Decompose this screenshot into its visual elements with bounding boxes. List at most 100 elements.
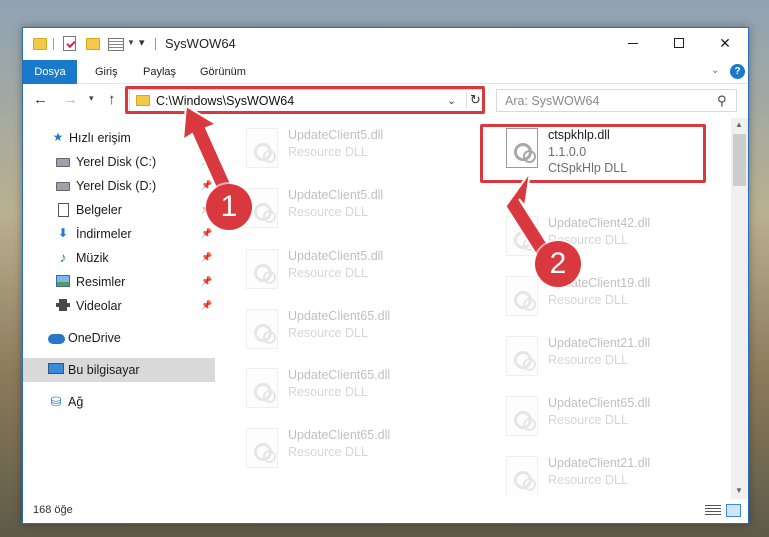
search-icon[interactable]: ⚲ bbox=[717, 93, 727, 109]
sidebar-item-documents[interactable]: Belgeler 📌 bbox=[23, 198, 215, 222]
download-icon: ⬇ bbox=[57, 226, 69, 240]
file-item[interactable]: UpdateClient65.dll Resource DLL bbox=[238, 307, 468, 355]
close-icon: ✕ bbox=[719, 34, 731, 51]
tab-paylas[interactable]: Paylaş bbox=[131, 60, 188, 84]
maximize-icon bbox=[674, 38, 684, 48]
file-name: UpdateClient65.dll bbox=[288, 428, 391, 442]
tab-gorunum[interactable]: Görünüm bbox=[188, 60, 258, 84]
ribbon-tabs: Dosya Giriş Paylaş Görünüm ⌄ ? bbox=[23, 60, 748, 84]
vertical-scrollbar[interactable]: ▲ ▼ bbox=[731, 118, 748, 499]
explorer-window: ▼ ▾ SysWOW64 ✕ Dosya Giriş Paylaş Görünü… bbox=[22, 27, 749, 524]
sidebar-item-downloads[interactable]: ⬇ İndirmeler 📌 bbox=[23, 222, 215, 246]
details-view-icon[interactable] bbox=[705, 505, 721, 517]
file-list: UpdateClient5.dll Resource DLL UpdateCli… bbox=[228, 120, 730, 495]
file-item[interactable]: UpdateClient65.dll Resource DLL bbox=[498, 394, 728, 442]
pin-icon[interactable]: 📌 bbox=[201, 156, 212, 167]
file-item[interactable]: UpdateClient65.dll Resource DLL bbox=[238, 426, 468, 474]
recent-locations-icon[interactable]: ▾ bbox=[89, 93, 94, 104]
dll-file-icon bbox=[506, 128, 538, 168]
dll-file-icon bbox=[506, 216, 538, 256]
file-type: Resource DLL bbox=[288, 326, 368, 340]
file-version: 1.1.0.0 bbox=[548, 145, 587, 159]
file-name: UpdateClient21.dll bbox=[548, 456, 651, 470]
folder-icon bbox=[33, 38, 47, 50]
sidebar-item-label: Yerel Disk (D:) bbox=[76, 179, 157, 193]
minimize-icon bbox=[628, 42, 638, 44]
sidebar-item-network[interactable]: ⛁ Ağ bbox=[23, 390, 215, 414]
step-badge-2: 2 bbox=[535, 241, 581, 287]
sidebar-item-quick-access[interactable]: ★ Hızlı erişim bbox=[23, 126, 215, 150]
status-bar: 168 öğe bbox=[23, 499, 748, 523]
help-icon[interactable]: ? bbox=[730, 64, 745, 79]
file-type: Resource DLL bbox=[288, 205, 368, 219]
pin-icon[interactable]: 📌 bbox=[201, 300, 212, 311]
properties-check-icon[interactable] bbox=[63, 36, 76, 51]
pictures-icon bbox=[56, 275, 70, 287]
music-icon: ♪ bbox=[59, 249, 67, 265]
file-type: Resource DLL bbox=[548, 413, 628, 427]
file-name: ctspkhlp.dll bbox=[548, 128, 610, 142]
pin-icon[interactable]: 📌 bbox=[201, 276, 212, 287]
file-item[interactable]: UpdateClient21.dll Resource DLL bbox=[498, 454, 728, 495]
videos-icon bbox=[56, 299, 70, 311]
address-path[interactable]: C:\Windows\SysWOW64 bbox=[156, 94, 294, 108]
pin-icon[interactable]: 📌 bbox=[201, 252, 212, 263]
dll-file-icon bbox=[506, 336, 538, 376]
scroll-down-icon[interactable]: ▼ bbox=[735, 486, 743, 495]
file-item[interactable]: UpdateClient65.dll Resource DLL bbox=[238, 366, 468, 414]
forward-arrow-icon[interactable]: → bbox=[63, 91, 78, 108]
sidebar-item-disk-c[interactable]: Yerel Disk (C:) 📌 bbox=[23, 150, 215, 174]
sidebar-item-label: Ağ bbox=[68, 395, 84, 409]
computer-icon bbox=[48, 363, 64, 374]
dll-file-icon bbox=[246, 128, 278, 168]
item-count: 168 öğe bbox=[33, 504, 73, 516]
address-bar[interactable]: C:\Windows\SysWOW64 ⌄ ↻ bbox=[129, 89, 483, 112]
back-arrow-icon[interactable]: ← bbox=[33, 91, 48, 108]
file-name: UpdateClient65.dll bbox=[548, 396, 651, 410]
tab-dosya[interactable]: Dosya bbox=[23, 60, 77, 84]
large-icons-view-icon[interactable] bbox=[726, 504, 741, 517]
separator bbox=[53, 38, 54, 50]
sidebar-item-pictures[interactable]: Resimler 📌 bbox=[23, 270, 215, 294]
rename-icon[interactable] bbox=[108, 38, 124, 51]
file-item[interactable]: UpdateClient5.dll Resource DLL bbox=[238, 247, 468, 295]
minimize-button[interactable] bbox=[610, 28, 656, 58]
star-icon: ★ bbox=[52, 130, 64, 144]
refresh-icon[interactable]: ↻ bbox=[466, 92, 483, 109]
tab-giris[interactable]: Giriş bbox=[83, 60, 130, 84]
pin-icon[interactable]: 📌 bbox=[201, 228, 212, 239]
navigation-pane: ★ Hızlı erişim Yerel Disk (C:) 📌 Yerel D… bbox=[23, 118, 215, 498]
address-dropdown-icon[interactable]: ⌄ bbox=[447, 94, 456, 107]
new-folder-icon[interactable] bbox=[86, 38, 100, 50]
file-name: UpdateClient42.dll bbox=[548, 216, 651, 230]
dll-file-icon bbox=[246, 368, 278, 408]
scroll-thumb[interactable] bbox=[733, 134, 746, 186]
file-item[interactable]: UpdateClient5.dll Resource DLL bbox=[238, 186, 468, 234]
file-name: UpdateClient21.dll bbox=[548, 336, 651, 350]
sidebar-item-label: Videolar bbox=[76, 299, 122, 313]
sidebar-item-videos[interactable]: Videolar 📌 bbox=[23, 294, 215, 318]
pin-icon[interactable]: 📌 bbox=[201, 180, 212, 191]
file-name: UpdateClient65.dll bbox=[288, 309, 391, 323]
search-input[interactable]: Ara: SysWOW64 ⚲ bbox=[496, 89, 737, 112]
sidebar-item-label: İndirmeler bbox=[76, 227, 132, 241]
file-name: UpdateClient5.dll bbox=[288, 128, 384, 142]
file-item[interactable]: UpdateClient5.dll Resource DLL bbox=[238, 126, 468, 174]
maximize-button[interactable] bbox=[656, 28, 702, 58]
file-item[interactable]: UpdateClient42.dll Resource DLL bbox=[498, 214, 728, 262]
sidebar-item-disk-d[interactable]: Yerel Disk (D:) 📌 bbox=[23, 174, 215, 198]
file-item[interactable]: UpdateClient19.dll Resource DLL bbox=[498, 274, 728, 322]
file-item-ctspkhlp[interactable]: ctspkhlp.dll 1.1.0.0 CtSpkHlp DLL bbox=[498, 126, 728, 175]
sidebar-item-onedrive[interactable]: OneDrive bbox=[23, 326, 215, 350]
separator bbox=[155, 38, 156, 50]
quick-access-dropdown-icon[interactable]: ▼ bbox=[127, 38, 135, 47]
up-arrow-icon[interactable]: ↑ bbox=[108, 91, 116, 108]
sidebar-item-music[interactable]: ♪ Müzik 📌 bbox=[23, 246, 215, 270]
file-item[interactable]: UpdateClient21.dll Resource DLL bbox=[498, 334, 728, 382]
sidebar-item-this-pc[interactable]: Bu bilgisayar bbox=[23, 358, 215, 382]
expand-ribbon-icon[interactable]: ⌄ bbox=[711, 65, 719, 76]
scroll-up-icon[interactable]: ▲ bbox=[735, 120, 743, 129]
drive-icon bbox=[56, 182, 70, 191]
close-button[interactable]: ✕ bbox=[702, 28, 748, 58]
customize-toolbar-icon[interactable]: ▾ bbox=[139, 36, 145, 49]
